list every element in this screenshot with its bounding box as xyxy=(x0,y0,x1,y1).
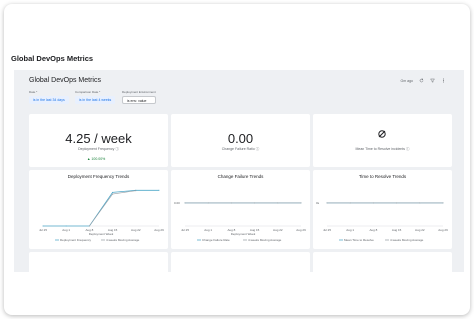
chart-change-failure: 0.00Jul 25 Aug 1 Aug 8 Aug 15 Aug 22 Aug 29De… xyxy=(174,201,306,242)
series-line xyxy=(43,189,159,227)
legend-label: 4 weeks Moving Average xyxy=(390,238,424,242)
legend-label: 4 weeks Moving Average xyxy=(106,238,140,242)
data-point xyxy=(184,202,186,204)
y-tick-label: 0s xyxy=(316,201,320,205)
filter-environment-chip[interactable]: is env: value xyxy=(122,96,156,104)
filter-icon[interactable] xyxy=(430,78,435,83)
data-point xyxy=(326,202,328,204)
info-icon[interactable]: ⓘ xyxy=(115,147,119,151)
x-tick-label: Aug 29 xyxy=(438,228,448,232)
data-point xyxy=(112,193,114,195)
legend-label: Change Failure Rate xyxy=(202,238,230,242)
filter-label: Comparison Date * xyxy=(75,90,101,94)
data-point xyxy=(135,190,137,192)
x-axis-title: Deployment Week xyxy=(231,232,256,236)
bottom-card-3 xyxy=(313,252,452,272)
x-tick-label: Aug 22 xyxy=(273,228,283,232)
chart-deployment-frequency: Jul 25 Aug 1 Aug 8 Aug 15 Aug 22 Aug 29Deploy… xyxy=(39,189,164,242)
refresh-status: Gm ago xyxy=(400,78,413,83)
data-point xyxy=(396,202,398,204)
data-point xyxy=(300,202,302,204)
data-point xyxy=(349,202,351,204)
data-point xyxy=(372,202,374,204)
kpi-label: Mean Time to Resolve incidents ⓘ xyxy=(355,147,410,151)
x-tick-label: Aug 1 xyxy=(346,228,354,232)
bottom-card-1 xyxy=(29,252,168,272)
dashboard-title: Global DevOps Metrics xyxy=(29,77,101,84)
x-axis-title: Deployment Week xyxy=(89,232,114,236)
kpi-label: Change Failure Ratio ⓘ xyxy=(221,147,260,151)
x-tick-label: Jul 25 xyxy=(181,228,189,232)
filter-label: Date * xyxy=(29,90,38,94)
x-tick-label: Aug 1 xyxy=(62,228,70,232)
chart-card-time-to-resolve: Time to Resolve Trends 0s Jul 25 Aug 1 Aug … xyxy=(313,170,452,249)
refresh-icon[interactable] xyxy=(419,78,424,83)
kpi-delta: ▲ 100.00% xyxy=(87,157,106,161)
data-point xyxy=(65,225,67,227)
x-tick-label: Aug 1 xyxy=(204,228,212,232)
page-title: Global DevOps Metrics xyxy=(11,54,94,63)
x-tick-label: Aug 22 xyxy=(131,228,141,232)
kpi-value: 4.25 / week xyxy=(65,131,132,146)
chart-card-change-failure: Change Failure Trends 0.00 Jul 25 Aug 1 Aug… xyxy=(171,170,310,249)
x-tick-label: Aug 15 xyxy=(392,228,402,232)
info-icon[interactable]: ⓘ xyxy=(256,147,260,151)
app-window: Global DevOps Metrics Global DevOps Metr… xyxy=(4,4,470,315)
filter-date: Date * is in the last 34 days xyxy=(29,90,69,104)
data-point xyxy=(158,189,160,191)
data-point xyxy=(254,202,256,204)
kpi-card-change-failure-ratio: 0.00 Change Failure Ratio ⓘ xyxy=(171,114,310,167)
data-point xyxy=(230,202,232,204)
legend-label: Mean Time to Resolve xyxy=(344,238,374,242)
info-icon[interactable]: ⓘ xyxy=(406,147,410,151)
data-point xyxy=(88,225,90,227)
bottom-card-2 xyxy=(171,252,310,272)
kpi-card-deployment-frequency: 4.25 / week Deployment Frequency ⓘ ▲ 100… xyxy=(29,114,168,167)
x-tick-label: Aug 29 xyxy=(296,228,306,232)
y-tick-label: 0.00 xyxy=(174,201,180,205)
x-tick-label: Aug 8 xyxy=(369,228,377,232)
filter-comparison-date-chip[interactable]: is in the last 4 weeks xyxy=(75,96,116,104)
legend-label: 4 weeks Moving Average xyxy=(248,238,282,242)
dashboard-panel: Global DevOps Metrics Gm ago Date * is i… xyxy=(14,70,464,272)
data-point xyxy=(112,191,114,193)
data-point xyxy=(42,225,44,227)
chart-card-deployment-frequency: Deployment Frequency Trends Jul 25 Aug 1A… xyxy=(29,170,168,249)
kpi-value: 0.00 xyxy=(227,131,254,146)
filter-deployment-environment: Deployment Environment is env: value xyxy=(122,90,156,104)
series-line xyxy=(89,190,136,227)
data-point xyxy=(419,202,421,204)
kpi-card-mean-time-to-resolve: Mean Time to Resolve incidents ⓘ xyxy=(313,114,452,167)
kpi-label: Deployment Frequency ⓘ xyxy=(78,147,119,151)
data-point xyxy=(277,202,279,204)
x-tick-label: Aug 22 xyxy=(415,228,425,232)
x-tick-label: Aug 29 xyxy=(154,228,164,232)
data-point xyxy=(207,202,209,204)
more-vert-icon[interactable] xyxy=(441,78,446,83)
empty-set-icon xyxy=(378,130,386,138)
filter-comparison-date: Comparison Date * is in the last 4 weeks xyxy=(75,90,116,104)
data-point xyxy=(442,202,444,204)
legend-label: Deployment Frequency xyxy=(60,238,92,242)
x-tick-label: Jul 25 xyxy=(39,228,47,232)
x-tick-label: Jul 25 xyxy=(323,228,331,232)
filter-date-chip[interactable]: is in the last 34 days xyxy=(29,96,69,104)
chart-time-to-resolve: 0s Jul 25 Aug 1 Aug 8 Aug 15 Aug 22 Aug 29 Mean… xyxy=(316,201,448,242)
dashboard-actions: Gm ago xyxy=(401,78,446,83)
filter-label: Deployment Environment xyxy=(122,90,156,94)
